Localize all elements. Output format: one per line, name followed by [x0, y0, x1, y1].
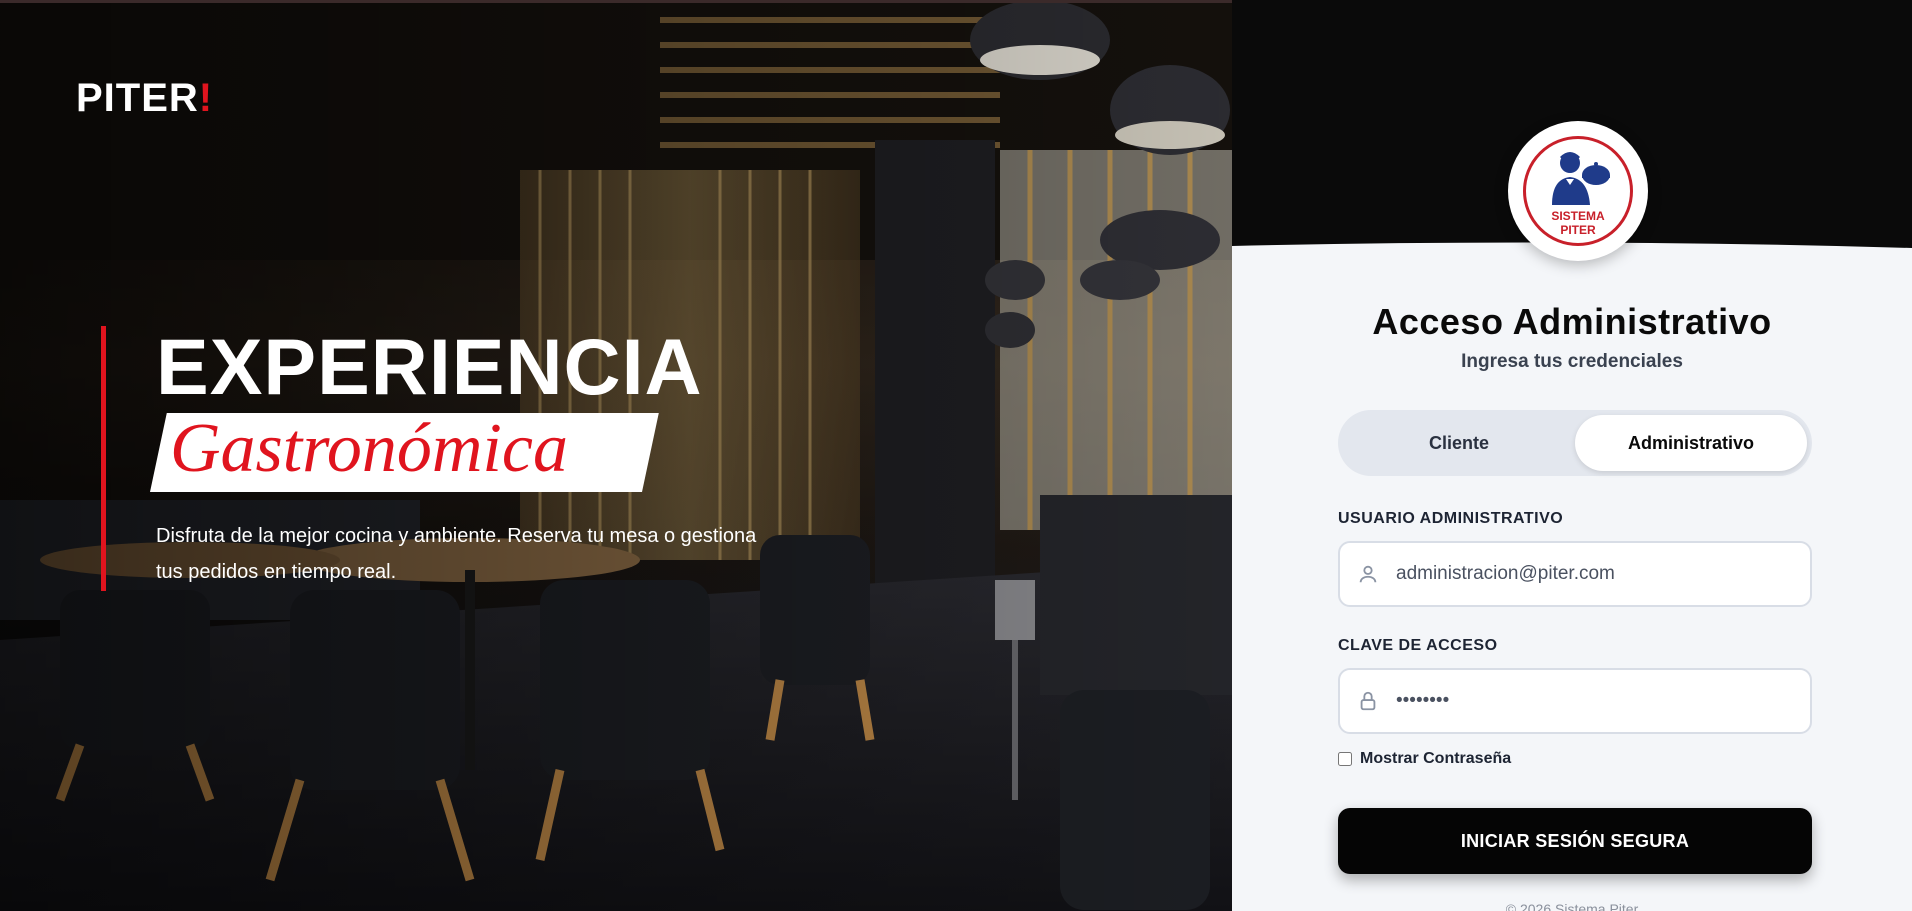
password-field-wrapper [1338, 668, 1812, 734]
password-label: CLAVE DE ACCESO [1338, 637, 1498, 654]
user-input[interactable] [1396, 543, 1810, 605]
hero-accent-bar [101, 326, 106, 591]
hero-title: EXPERIENCIA [156, 322, 703, 411]
show-password-label: Mostrar Contraseña [1360, 750, 1512, 767]
show-password-checkbox[interactable] [1338, 752, 1352, 766]
logo-text-line1: SISTEMA [1551, 209, 1605, 223]
hero-section: PITER! EXPERIENCIA Gastronómica Disfruta… [0, 0, 1232, 911]
system-logo: SISTEMA PITER [1508, 121, 1648, 261]
panel-subtitle: Ingresa tus credenciales [1461, 351, 1683, 372]
hero-subtitle: Gastronómica [170, 410, 568, 487]
user-field-wrapper [1338, 541, 1812, 607]
logo-text-line2: PITER [1560, 223, 1596, 237]
brand-mark: ! [198, 76, 214, 120]
tab-administrativo[interactable]: Administrativo [1575, 415, 1807, 471]
login-submit-button[interactable]: INICIAR SESIÓN SEGURA [1338, 808, 1812, 874]
footer-copyright: © 2026 Sistema Piter [1505, 901, 1639, 911]
brand-name: PITER [76, 76, 199, 120]
user-icon [1340, 563, 1396, 585]
password-input[interactable] [1396, 670, 1810, 732]
user-label: USUARIO ADMINISTRATIVO [1338, 510, 1564, 527]
hero-description: Disfruta de la mejor cocina y ambiente. … [156, 525, 757, 583]
login-panel: SISTEMA PITER Acceso Administrativo Ingr… [1232, 0, 1912, 911]
waiter-icon [1552, 152, 1610, 205]
brand-logo[interactable]: PITER! [76, 76, 213, 121]
tab-cliente[interactable]: Cliente [1343, 415, 1575, 471]
logo-text: SISTEMA PITER [1526, 209, 1630, 237]
show-password-toggle[interactable]: Mostrar Contraseña [1338, 750, 1511, 768]
logo-badge: SISTEMA PITER [1523, 136, 1633, 246]
panel-title: Acceso Administrativo [1372, 301, 1772, 342]
lock-icon [1340, 690, 1396, 712]
access-type-toggle: Cliente Administrativo [1338, 410, 1812, 476]
